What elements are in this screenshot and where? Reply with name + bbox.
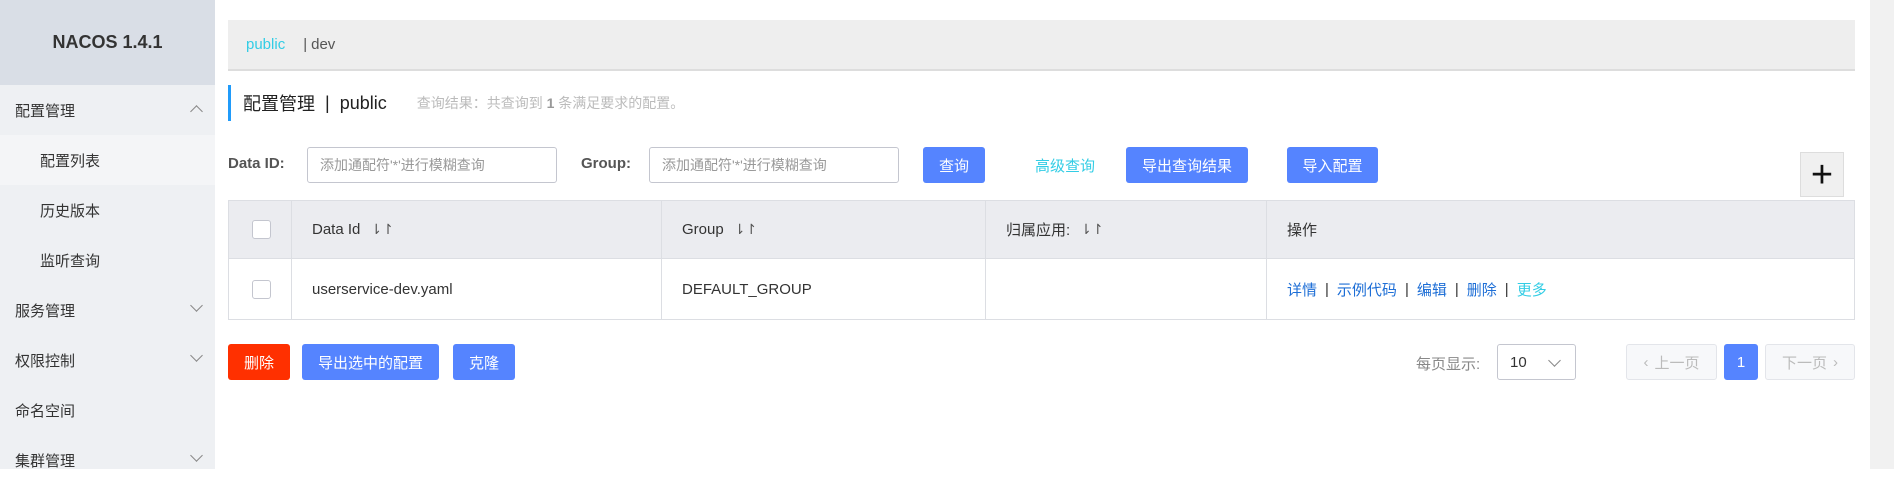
row-checkbox-cell bbox=[229, 259, 292, 319]
export-results-button[interactable]: 导出查询结果 bbox=[1126, 147, 1248, 183]
header-actions: 操作 bbox=[1267, 201, 1854, 258]
header-app[interactable]: 归属应用: ⇂↾ bbox=[986, 201, 1267, 258]
table-header: Data Id ⇂↾ Group ⇂↾ 归属应用: ⇂↾ 操作 bbox=[229, 201, 1854, 259]
table-row: userservice-dev.yaml DEFAULT_GROUP 详情 | 示… bbox=[229, 259, 1854, 319]
title-separator: | bbox=[325, 92, 330, 113]
header-label: Data Id bbox=[312, 221, 361, 238]
cell-group: DEFAULT_GROUP bbox=[662, 259, 986, 319]
namespace-bar: public | dev bbox=[228, 20, 1855, 71]
add-config-button[interactable]: + bbox=[1800, 152, 1844, 197]
header-data-id[interactable]: Data Id ⇂↾ bbox=[292, 201, 662, 258]
query-button[interactable]: 查询 bbox=[923, 147, 985, 183]
page-title: 配置管理 | public 查询结果：共查询到 1 条满足要求的配置。 bbox=[228, 85, 684, 121]
header-label: 操作 bbox=[1287, 222, 1318, 239]
namespace-separator: | bbox=[303, 36, 308, 53]
group-label: Group: bbox=[581, 155, 631, 172]
dataid-input[interactable]: 添加通配符'*'进行模糊查询 bbox=[307, 147, 557, 183]
clone-button[interactable]: 克隆 bbox=[453, 344, 515, 380]
chevron-down-icon bbox=[190, 449, 203, 462]
page-title-text: 配置管理 bbox=[243, 94, 315, 114]
sidebar-item-label: 命名空间 bbox=[15, 402, 76, 420]
advanced-query-link[interactable]: 高级查询 bbox=[1035, 155, 1095, 176]
namespace-dev[interactable]: dev bbox=[311, 36, 335, 53]
import-config-button[interactable]: 导入配置 bbox=[1287, 147, 1378, 183]
scrollbar[interactable] bbox=[1870, 0, 1894, 469]
page-1-button[interactable]: 1 bbox=[1724, 344, 1758, 380]
chevron-right-icon: › bbox=[1833, 353, 1838, 371]
cell-actions: 详情 | 示例代码 | 编辑 | 删除 | 更多 bbox=[1267, 259, 1854, 319]
query-result-summary: 查询结果：共查询到 1 条满足要求的配置。 bbox=[417, 93, 685, 113]
header-label: Group bbox=[682, 221, 724, 238]
action-separator: | bbox=[1454, 280, 1459, 298]
sidebar-item-label: 权限控制 bbox=[15, 352, 76, 370]
row-checkbox[interactable] bbox=[252, 279, 271, 299]
namespace-public[interactable]: public bbox=[246, 36, 285, 53]
next-page-button[interactable]: 下一页 › bbox=[1765, 344, 1855, 380]
sidebar-item-service-management[interactable]: 服务管理 bbox=[0, 285, 215, 335]
sidebar-item-access-control[interactable]: 权限控制 bbox=[0, 335, 215, 385]
sidebar-item-cluster-management[interactable]: 集群管理 bbox=[0, 435, 215, 485]
sidebar-item-history[interactable]: 历史版本 bbox=[0, 185, 215, 235]
prev-label: 上一页 bbox=[1654, 354, 1700, 372]
sort-icon[interactable]: ⇂↾ bbox=[1080, 221, 1103, 238]
chevron-down-icon bbox=[190, 349, 203, 362]
export-selected-button[interactable]: 导出选中的配置 bbox=[302, 344, 439, 380]
result-count: 1 bbox=[546, 95, 555, 111]
sidebar-item-namespace[interactable]: 命名空间 bbox=[0, 385, 215, 435]
action-edit[interactable]: 编辑 bbox=[1417, 279, 1447, 300]
sidebar-item-label: 配置管理 bbox=[15, 102, 76, 120]
sidebar-item-label: 监听查询 bbox=[40, 252, 101, 270]
action-delete[interactable]: 删除 bbox=[1467, 279, 1497, 300]
action-sample-code[interactable]: 示例代码 bbox=[1337, 279, 1397, 300]
next-label: 下一页 bbox=[1781, 354, 1827, 372]
delete-selected-button[interactable]: 删除 bbox=[228, 344, 290, 380]
select-all-checkbox[interactable] bbox=[252, 220, 271, 239]
cell-app bbox=[986, 259, 1267, 319]
prev-page-button[interactable]: ‹ 上一页 bbox=[1626, 344, 1717, 380]
sort-icon[interactable]: ⇂↾ bbox=[370, 221, 393, 238]
sidebar-item-config-list[interactable]: 配置列表 bbox=[0, 135, 215, 185]
sidebar: NACOS 1.4.1 配置管理 配置列表 历史版本 监听查询 服务管理 权限控… bbox=[0, 0, 215, 470]
result-prefix: 查询结果：共查询到 bbox=[416, 95, 543, 111]
page-size-label: 每页显示: bbox=[1416, 356, 1481, 373]
page-size-value: 10 bbox=[1510, 353, 1527, 371]
action-separator: | bbox=[1504, 280, 1509, 298]
title-namespace: public bbox=[339, 92, 387, 113]
app-logo: NACOS 1.4.1 bbox=[0, 0, 215, 85]
result-suffix: 条满足要求的配置。 bbox=[558, 95, 685, 111]
sidebar-item-label: 服务管理 bbox=[15, 302, 76, 320]
sidebar-item-label: 历史版本 bbox=[40, 202, 101, 220]
page-size-select[interactable]: 10 bbox=[1497, 344, 1576, 380]
header-label: 归属应用: bbox=[1006, 222, 1071, 239]
group-input[interactable]: 添加通配符'*'进行模糊查询 bbox=[649, 147, 899, 183]
sidebar-item-label: 配置列表 bbox=[40, 152, 101, 170]
action-separator: | bbox=[1325, 280, 1329, 298]
chevron-left-icon: ‹ bbox=[1643, 353, 1649, 371]
dataid-label: Data ID: bbox=[228, 155, 285, 172]
header-checkbox-cell bbox=[229, 201, 292, 258]
chevron-down-icon bbox=[1548, 354, 1561, 367]
chevron-up-icon bbox=[190, 105, 203, 118]
header-group[interactable]: Group ⇂↾ bbox=[662, 201, 986, 258]
sidebar-item-listener-query[interactable]: 监听查询 bbox=[0, 235, 215, 285]
cell-data-id: userservice-dev.yaml bbox=[292, 259, 662, 319]
action-more[interactable]: 更多 bbox=[1517, 279, 1547, 300]
chevron-down-icon bbox=[190, 299, 203, 312]
action-details[interactable]: 详情 bbox=[1287, 279, 1317, 300]
sort-icon[interactable]: ⇂↾ bbox=[734, 221, 757, 238]
action-separator: | bbox=[1404, 280, 1409, 298]
sidebar-item-label: 集群管理 bbox=[15, 452, 76, 470]
config-table: Data Id ⇂↾ Group ⇂↾ 归属应用: ⇂↾ 操作 userservice… bbox=[228, 200, 1855, 320]
sidebar-item-config-management[interactable]: 配置管理 bbox=[0, 85, 215, 135]
